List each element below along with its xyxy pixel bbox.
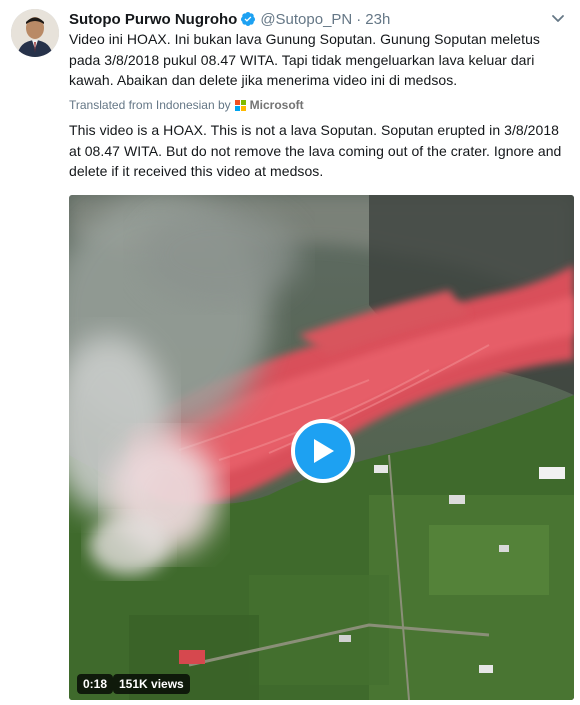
translator-name[interactable]: Microsoft xyxy=(250,98,304,112)
tweet-text: Video ini HOAX. Ini bukan lava Gunung So… xyxy=(69,31,540,88)
tweet-card: Sutopo Purwo Nugroho @Sutopo_PN · 23h Vi… xyxy=(0,0,580,705)
chevron-down-icon[interactable] xyxy=(550,10,566,26)
avatar[interactable] xyxy=(11,9,59,57)
video-player[interactable]: 0:18 151K views xyxy=(69,195,574,700)
play-button[interactable] xyxy=(291,419,355,483)
video-views-badge: 151K views xyxy=(113,674,190,694)
translation-attribution: Translated from Indonesian by Microsoft xyxy=(69,98,304,112)
translation-text: This video is a HOAX. This is not a lava… xyxy=(69,122,562,179)
microsoft-logo-icon xyxy=(234,99,246,111)
separator-dot: · xyxy=(356,10,362,28)
verified-badge-icon xyxy=(241,12,256,26)
play-icon xyxy=(314,439,334,463)
author-name[interactable]: Sutopo Purwo Nugroho xyxy=(69,11,237,28)
timestamp[interactable]: 23h xyxy=(365,11,390,28)
author-handle[interactable]: @Sutopo_PN xyxy=(260,11,352,28)
video-duration-badge: 0:18 xyxy=(77,674,114,694)
avatar-image xyxy=(11,9,59,57)
tweet-header: Sutopo Purwo Nugroho @Sutopo_PN · 23h xyxy=(69,9,390,29)
translated-label: Translated from Indonesian by xyxy=(69,98,231,112)
